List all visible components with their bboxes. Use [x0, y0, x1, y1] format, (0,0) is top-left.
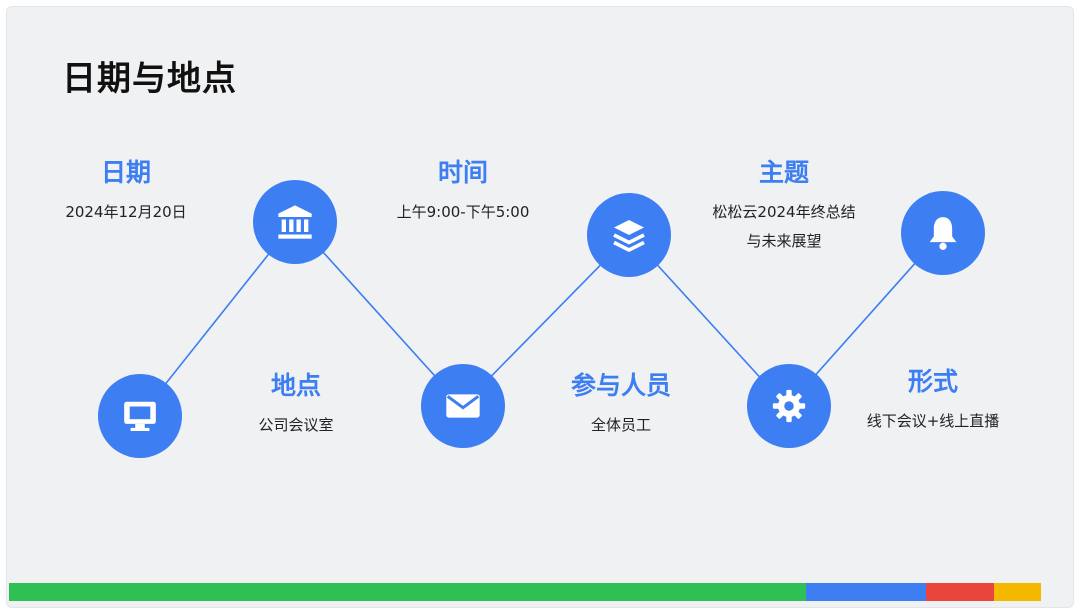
bottom-bar-red: [926, 583, 994, 601]
theme-block: 主题 松松云2024年终总结 与未来展望: [712, 158, 855, 256]
location-block: 地点 公司会议室: [258, 371, 333, 440]
time-block: 时间 上午9:00-下午5:00: [397, 158, 530, 227]
bottom-bar-blue: [806, 583, 926, 601]
slide: 日期与地点 日期 2024年12月20日 地点 公司会议室 时间 上午9:00-…: [6, 6, 1074, 608]
time-value: 上午9:00-下午5:00: [396, 203, 530, 221]
location-title: 地点: [270, 371, 322, 400]
theme-value-line-1: 松松云2024年终总结: [712, 203, 856, 221]
format-block: 形式 线下会议+线上直播: [867, 367, 1000, 436]
date-value: 2024年12月20日: [65, 203, 187, 221]
mail-icon: [421, 364, 505, 448]
theme-value-line-2: 与未来展望: [746, 232, 822, 250]
zigzag-connector: [139, 219, 943, 417]
gear-icon: [747, 364, 831, 448]
theme-title: 主题: [758, 158, 809, 187]
date-title: 日期: [100, 158, 152, 187]
format-title: 形式: [907, 367, 959, 396]
bell-icon: [901, 191, 985, 275]
date-block: 日期 2024年12月20日: [65, 158, 186, 227]
layers-icon: [587, 193, 671, 277]
monitor-icon: [98, 374, 182, 458]
format-value: 线下会议+线上直播: [866, 412, 1000, 430]
participants-title: 参与人员: [570, 371, 672, 400]
location-value: 公司会议室: [258, 416, 334, 434]
participants-value: 全体员工: [590, 416, 652, 434]
bottom-bar-green: [9, 583, 806, 601]
time-title: 时间: [437, 158, 488, 187]
participants-block: 参与人员 全体员工: [571, 371, 671, 440]
bank-icon: [253, 180, 337, 264]
theme-value: 松松云2024年终总结 与未来展望: [712, 198, 855, 256]
bottom-bar-yellow: [994, 583, 1041, 601]
